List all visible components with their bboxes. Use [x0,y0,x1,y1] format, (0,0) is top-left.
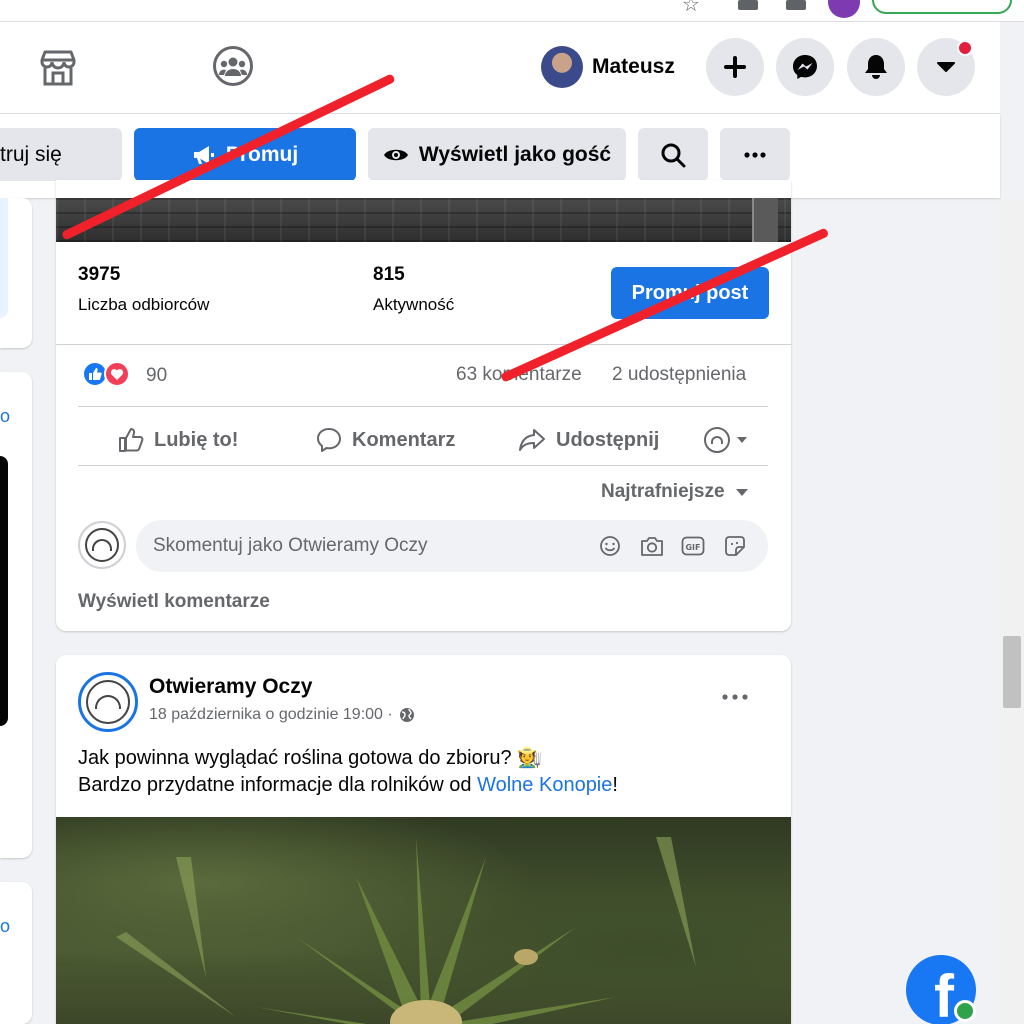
online-status-dot [954,1000,976,1022]
messenger-icon [793,55,817,79]
like-action[interactable]: Lubię to! [118,422,238,458]
post-1-image[interactable] [56,198,791,242]
more-icon [744,151,766,158]
post-timestamp[interactable]: 18 października o godzinie 19:00 · [149,706,393,724]
view-comments-link[interactable]: Wyświetl komentarze [78,591,270,613]
mention-link[interactable]: Wolne Konopie [477,774,612,796]
comment-placeholder: Skomentuj jako Otwieramy Oczy [153,535,428,556]
browser-toolbar-strip: ☆ [0,0,1024,22]
divider [78,406,768,407]
camera-icon[interactable] [640,535,664,557]
groups-icon[interactable] [213,46,253,86]
share-action[interactable]: Udostępnij [518,422,659,458]
comment-label: Komentarz [352,428,456,451]
share-label: Udostępnij [556,428,660,451]
gif-icon[interactable]: GIF [681,535,705,557]
messenger-button[interactable] [776,38,834,96]
left-card-2: o [0,372,32,858]
search-icon [661,143,686,167]
plus-icon [724,56,746,78]
extension-icon[interactable] [738,0,758,10]
comment-input[interactable]: Skomentuj jako Otwieramy Oczy GIF [136,520,768,572]
comment-sort-dropdown[interactable]: Najtrafniejsze [601,481,749,503]
post-2-image[interactable] [56,817,791,1024]
sticker-icon[interactable] [724,535,746,557]
post-text-prefix: Bardzo przydatne informacje dla rolników… [78,774,478,796]
post-options-button[interactable] [722,687,758,707]
engagement-value: 815 [373,264,405,285]
user-name[interactable]: Mateusz [592,55,675,79]
globe-icon [399,708,414,722]
page-avatar-small [704,427,730,453]
reactions-count[interactable]: 90 [146,365,167,387]
comment-action[interactable]: Komentarz [316,422,455,458]
comment-as-selector[interactable] [704,422,756,458]
post-text-line-1: Jak powinna wyglądać roślina gotowa do z… [78,747,543,769]
left-card-1 [0,198,32,348]
view-as-visitor-button[interactable]: Wyświetl jako gość [368,128,626,181]
author-avatar[interactable] [78,672,138,732]
caret-down-icon [937,62,955,72]
view-as-visitor-label: Wyświetl jako gość [418,142,612,166]
create-button[interactable] [706,38,764,96]
left-card-1-inner [0,198,8,318]
author-name[interactable]: Otwieramy Oczy [149,675,312,699]
search-page-button[interactable] [638,128,708,181]
left-card-2-video[interactable] [0,456,8,726]
bell-icon [865,55,887,79]
notification-dot [957,40,973,56]
facebook-topbar: Mateusz [0,22,1000,114]
love-reaction-icon [104,361,130,387]
page-more-button[interactable] [720,128,790,181]
promote-button[interactable]: Promuj [134,128,356,181]
svg-text:GIF: GIF [685,543,700,552]
left-card-3-link[interactable]: o [0,916,10,937]
left-card-2-link[interactable]: o [0,406,10,427]
divider [56,344,791,345]
reach-value: 3975 [78,264,121,285]
caret-down-icon [737,437,747,443]
shares-count[interactable]: 2 udostępnienia [612,364,746,386]
update-pill[interactable] [872,0,1012,14]
post-card-2: Otwieramy Oczy 18 października o godzini… [56,655,791,1024]
smiley-icon[interactable] [599,535,621,557]
notifications-button[interactable] [847,38,905,96]
share-icon [519,429,545,451]
post-meta: 18 października o godzinie 19:00 · [149,706,415,724]
post-card-1: 3975 Liczba odbiorców 815 Aktywność Prom… [56,180,791,631]
post-text-line-2: Bardzo przydatne informacje dla rolników… [78,774,618,797]
store-icon[interactable] [36,46,80,90]
scrollbar-track[interactable] [1000,200,1024,1024]
divider [78,465,768,466]
eye-icon [383,149,408,160]
commenter-avatar[interactable] [78,521,126,569]
post-text-suffix: ! [612,774,618,796]
comment-icon [317,428,341,452]
puzzle-icon[interactable] [786,0,806,10]
edit-page-label: truj się [0,142,62,166]
left-card-3: o [0,882,32,1024]
caret-down-icon [735,488,748,496]
like-label: Lubię to! [154,428,239,451]
sort-label: Najtrafniejsze [601,481,725,502]
reaction-icons[interactable] [82,361,138,389]
engagement-label: Aktywność [373,295,455,314]
star-icon[interactable]: ☆ [682,0,704,16]
scrollbar-thumb[interactable] [1003,636,1021,708]
more-icon [722,694,748,700]
reach-label: Liczba odbiorców [78,295,210,314]
like-icon [119,428,144,452]
edit-page-button[interactable]: truj się [0,128,122,181]
profile-avatar-icon[interactable] [828,0,860,18]
user-avatar[interactable] [541,46,583,88]
